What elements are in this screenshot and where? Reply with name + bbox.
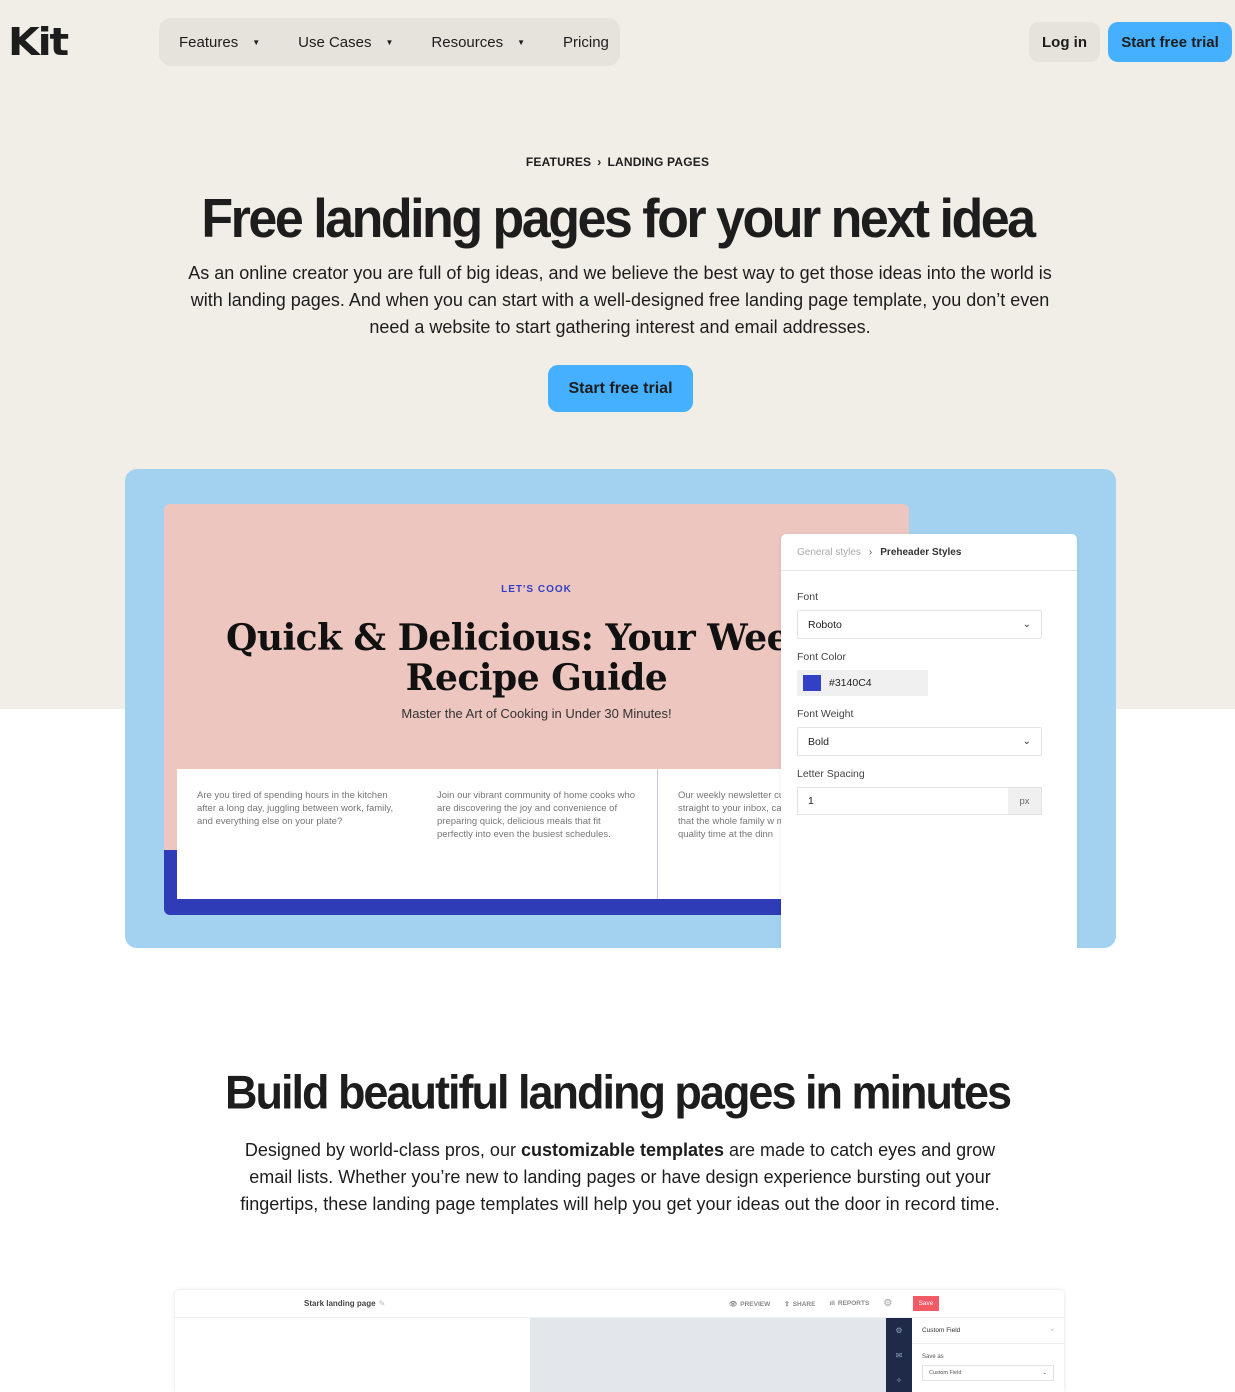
chart-icon: ıll [829, 1300, 835, 1307]
chevron-down-icon: ⌄ [1022, 619, 1031, 630]
share-button[interactable]: ⇪ SHARE [784, 1300, 815, 1308]
chevron-down-icon: ⌄ [1042, 1370, 1047, 1376]
nav-label: Resources [431, 33, 504, 51]
caret-down-icon: ▼ [252, 37, 261, 47]
share-icon: ⇪ [784, 1300, 790, 1308]
font-color-picker[interactable]: #3140C4 [797, 670, 928, 696]
nav-label: Pricing [563, 33, 609, 51]
breadcrumb-landing-pages[interactable]: LANDING PAGES [607, 155, 709, 169]
reports-label: REPORTS [837, 1300, 870, 1307]
gear-icon[interactable]: ⚙ [886, 1318, 912, 1343]
preview-label: PREVIEW [740, 1300, 771, 1308]
font-color-label: Font Color [797, 651, 847, 663]
nav-resources[interactable]: Resources ▼ [431, 34, 525, 51]
editor-preview: Stark landing page ✎ 👁 PREVIEW ⇪ SHARE ıll R… [175, 1290, 1064, 1392]
section-title: Build beautiful landing pages in minutes [224, 1065, 1012, 1120]
crumb-general-styles[interactable]: General styles [797, 547, 861, 558]
crumb-preheader-styles: Preheader Styles [880, 546, 962, 558]
font-weight-select[interactable]: Bold ⌄ [797, 727, 1042, 756]
font-select[interactable]: Roboto ⌄ [797, 610, 1042, 639]
editor-icon-rail: ⚙ ✉ ✧ [886, 1318, 912, 1392]
magic-wand-icon[interactable]: ✧ [886, 1368, 912, 1392]
nav-features[interactable]: Features ▼ [179, 34, 260, 51]
page-name-text: Stark landing page [304, 1299, 376, 1308]
kit-logo[interactable]: Kit [8, 23, 69, 61]
gear-icon[interactable]: ⚙ [883, 1298, 892, 1309]
chevron-right-icon: › [868, 546, 873, 558]
caret-down-icon: ▼ [517, 37, 526, 47]
login-button[interactable]: Log in [1029, 22, 1100, 62]
breadcrumb-separator-icon: › [597, 155, 602, 169]
editor-canvas [530, 1318, 886, 1392]
save-as-select[interactable]: Custom Field ⌄ [922, 1365, 1054, 1381]
desc-text: Designed by world-class pros, our [244, 1140, 521, 1160]
header-start-trial-button[interactable]: Start free trial [1108, 22, 1232, 62]
nav-label: Features [179, 33, 239, 51]
close-icon[interactable]: × [1050, 1327, 1054, 1334]
letter-spacing-label: Letter Spacing [797, 768, 865, 780]
hero-description: As an online creator you are full of big… [188, 263, 1052, 337]
nav-label: Use Cases [298, 33, 372, 51]
font-weight-label: Font Weight [797, 708, 854, 720]
site-header: Kit Features ▼ Use Cases ▼ Resources ▼ P… [0, 0, 1235, 84]
editor-actions: 👁 PREVIEW ⇪ SHARE ıll REPORTS ⚙ [729, 1298, 906, 1309]
content-column: Are you tired of spending hours in the k… [197, 790, 394, 827]
page-name: Stark landing page ✎ [304, 1299, 385, 1308]
envelope-icon[interactable]: ✉ [886, 1343, 912, 1368]
caret-down-icon: ▼ [385, 37, 394, 47]
content-column: Join our vibrant community of home cooks… [437, 790, 636, 840]
pencil-icon[interactable]: ✎ [379, 1299, 386, 1308]
eye-icon: 👁 [729, 1300, 738, 1308]
style-panel: General styles › Preheader Styles Font R… [781, 534, 1077, 948]
panel-title: Custom Field [922, 1327, 961, 1334]
section-description: Designed by world-class pros, our custom… [225, 1137, 1015, 1218]
template-showcase: LET'S COOK Quick & Delicious: Your Weekl… [125, 469, 1116, 948]
preview-button[interactable]: 👁 PREVIEW [729, 1300, 770, 1308]
color-swatch[interactable] [803, 675, 821, 691]
share-label: SHARE [792, 1300, 816, 1308]
custom-field-panel: Custom Field × Save as Custom Field ⌄ [912, 1318, 1064, 1392]
save-button[interactable]: Save [913, 1296, 939, 1311]
letter-spacing-value[interactable]: 1 [798, 788, 1008, 814]
breadcrumb: FEATURES › LANDING PAGES [0, 155, 1235, 169]
reports-button[interactable]: ıll REPORTS [829, 1300, 869, 1307]
desc-bold: customizable templates [520, 1140, 725, 1160]
nav-use-cases[interactable]: Use Cases ▼ [298, 34, 393, 51]
font-value: Roboto [808, 618, 842, 631]
breadcrumb-features[interactable]: FEATURES [526, 155, 591, 169]
page-title: Free landing pages for your next idea [201, 188, 1036, 250]
chevron-down-icon: ⌄ [1022, 736, 1031, 747]
save-as-value: Custom Field [929, 1370, 962, 1376]
font-label: Font [797, 591, 819, 603]
main-nav: Features ▼ Use Cases ▼ Resources ▼ Prici… [159, 18, 620, 66]
panel-header: Custom Field × [912, 1318, 1064, 1344]
panel-breadcrumb: General styles › Preheader Styles [781, 534, 1077, 571]
editor-toolbar: Stark landing page ✎ 👁 PREVIEW ⇪ SHARE ıll R… [175, 1290, 1064, 1318]
hero-start-trial-button[interactable]: Start free trial [548, 365, 693, 412]
letter-spacing-input[interactable]: 1 px [797, 787, 1042, 815]
unit-label: px [1008, 788, 1041, 814]
nav-pricing[interactable]: Pricing [563, 34, 609, 51]
save-as-label: Save as [922, 1354, 944, 1360]
font-color-value: #3140C4 [829, 677, 872, 689]
font-weight-value: Bold [808, 735, 830, 748]
